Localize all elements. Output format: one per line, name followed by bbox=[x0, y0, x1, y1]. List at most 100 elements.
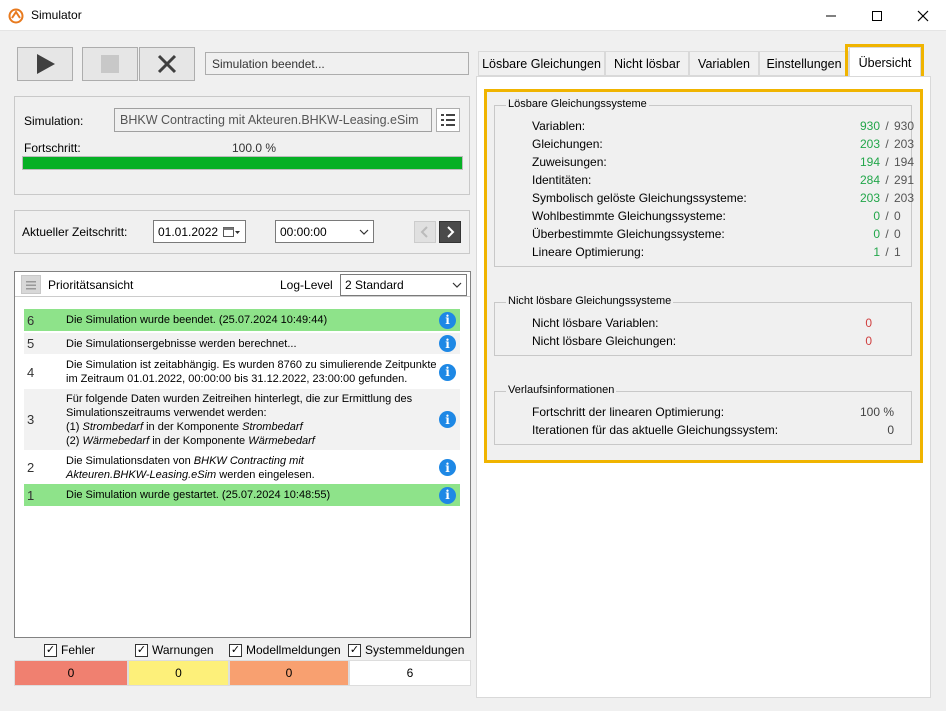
stat-label: Iterationen für das aktuelle Gleichungss… bbox=[532, 423, 779, 437]
log-entry-text: Die Simulation ist zeitabhängig. Es wurd… bbox=[66, 359, 437, 385]
system-message-count: 6 bbox=[349, 660, 471, 686]
log-entry[interactable]: 2 Die Simulationsdaten von BHKW Contract… bbox=[24, 452, 460, 483]
stat-separator: / bbox=[885, 137, 889, 151]
close-icon bbox=[917, 10, 929, 21]
stat-label: Zuweisungen: bbox=[532, 155, 607, 169]
stat-separator: / bbox=[885, 173, 889, 187]
stat-row: Variablen: 930 / 930 bbox=[532, 117, 924, 135]
info-icon: i bbox=[439, 335, 456, 352]
log-level-select[interactable]: 2 Standard bbox=[340, 274, 467, 296]
stat-value: 0 bbox=[865, 334, 872, 348]
stat-value: 203 bbox=[859, 191, 880, 205]
stat-value: 0 bbox=[873, 227, 880, 241]
progress-bar-fill bbox=[23, 157, 462, 169]
filter-errors-checkbox[interactable]: ✓ Fehler bbox=[44, 641, 95, 659]
log-entry-text: Für folgende Daten wurden Zeitreihen hin… bbox=[66, 392, 413, 447]
time-select[interactable]: 00:00:00 bbox=[275, 220, 374, 243]
filter-system-messages-checkbox[interactable]: ✓ Systemmeldungen bbox=[348, 641, 464, 659]
stat-separator: / bbox=[885, 209, 889, 223]
chevron-down-icon bbox=[359, 229, 369, 235]
log-entry[interactable]: 5 Die Simulationsergebnisse werden berec… bbox=[24, 333, 460, 354]
unsolvable-systems-title: Nicht lösbare Gleichungssysteme bbox=[506, 295, 674, 307]
solvable-stats: Variablen: 930 / 930 Gleichungen: 203 / 203 Zuwe… bbox=[532, 117, 924, 261]
date-picker[interactable]: 01.01.2022 bbox=[153, 220, 246, 243]
stat-label: Identitäten: bbox=[532, 173, 592, 187]
chevron-down-icon bbox=[452, 282, 462, 288]
stop-icon bbox=[101, 55, 119, 73]
stat-label: Wohlbestimmte Gleichungssysteme: bbox=[532, 209, 726, 223]
log-entry-text: Die Simulationsergebnisse werden berechn… bbox=[66, 337, 297, 350]
minimize-button[interactable] bbox=[808, 0, 854, 31]
title-bar: Simulator bbox=[0, 0, 946, 31]
chevron-left-icon bbox=[420, 226, 428, 238]
tab-solvable-equations[interactable]: Lösbare Gleichungen bbox=[478, 51, 605, 76]
stat-total: 194 bbox=[894, 155, 915, 169]
stat-value: 284 bbox=[859, 173, 880, 187]
error-count: 0 bbox=[14, 660, 128, 686]
log-entry[interactable]: 1 Die Simulation wurde gestartet. (25.07… bbox=[24, 484, 460, 506]
stat-total: 203 bbox=[894, 191, 915, 205]
simulation-label: Simulation: bbox=[24, 114, 84, 128]
filter-model-messages-checkbox[interactable]: ✓ Modellmeldungen bbox=[229, 641, 341, 659]
calendar-icon bbox=[223, 226, 240, 237]
chevron-right-icon bbox=[447, 226, 455, 238]
stat-row: Wohlbestimmte Gleichungssysteme: 0 / 0 bbox=[532, 207, 924, 225]
tab-highlight-frame bbox=[845, 44, 924, 79]
info-icon: i bbox=[439, 363, 456, 381]
stat-separator: / bbox=[885, 119, 889, 133]
checkbox-checked-icon: ✓ bbox=[135, 643, 148, 657]
stop-button[interactable] bbox=[82, 47, 138, 81]
stat-value: 0 bbox=[873, 209, 880, 223]
time-value: 00:00:00 bbox=[280, 224, 327, 239]
stat-total: 203 bbox=[894, 137, 915, 151]
stat-separator: / bbox=[885, 227, 889, 241]
stat-total: 1 bbox=[894, 245, 901, 259]
cancel-button[interactable] bbox=[139, 47, 195, 81]
filter-warnings-checkbox[interactable]: ✓ Warnungen bbox=[135, 641, 214, 659]
priority-view-label: Prioritätsansicht bbox=[48, 278, 134, 292]
stat-label: Variablen: bbox=[532, 119, 586, 133]
stat-label: Lineare Optimierung: bbox=[532, 245, 645, 259]
stat-row: Zuweisungen: 194 / 194 bbox=[532, 153, 924, 171]
log-level-value: 2 Standard bbox=[345, 278, 404, 292]
priority-view-button[interactable] bbox=[21, 275, 41, 294]
next-step-button[interactable] bbox=[439, 221, 461, 243]
log-entry[interactable]: 3 Für folgende Daten wurden Zeitreihen h… bbox=[24, 389, 460, 450]
stat-label: Fortschritt der linearen Optimierung: bbox=[532, 405, 725, 419]
checkbox-checked-icon: ✓ bbox=[229, 643, 242, 657]
stat-row: Gleichungen: 203 / 203 bbox=[532, 135, 924, 153]
progress-percent: 100.0 % bbox=[232, 141, 277, 155]
info-icon: i bbox=[439, 459, 456, 476]
log-entry-text: Die Simulation wurde beendet. (25.07.202… bbox=[66, 314, 328, 326]
stat-total: 930 bbox=[894, 119, 915, 133]
stat-label: Überbestimmte Gleichungssysteme: bbox=[532, 227, 725, 241]
window-title: Simulator bbox=[31, 8, 82, 22]
log-entry-number: 4 bbox=[27, 364, 35, 380]
progress-label: Fortschritt: bbox=[24, 141, 81, 155]
stat-label: Nicht lösbare Variablen: bbox=[532, 316, 659, 330]
tab-variables[interactable]: Variablen bbox=[689, 51, 759, 76]
close-button[interactable] bbox=[900, 0, 946, 31]
maximize-button[interactable] bbox=[854, 0, 900, 31]
play-icon bbox=[37, 54, 55, 74]
stat-value: 194 bbox=[859, 155, 880, 169]
simulation-details-button[interactable] bbox=[436, 108, 460, 132]
app-logo-icon bbox=[8, 8, 24, 24]
log-entry-number: 6 bbox=[27, 312, 35, 328]
stat-separator: / bbox=[885, 191, 889, 205]
tab-not-solvable[interactable]: Nicht lösbar bbox=[605, 51, 689, 76]
tab-settings[interactable]: Einstellungen bbox=[759, 51, 849, 76]
log-header: Prioritätsansicht Log-Level 2 Standard bbox=[15, 272, 470, 297]
log-entry[interactable]: 4 Die Simulation ist zeitabhängig. Es wu… bbox=[24, 357, 460, 387]
previous-step-button[interactable] bbox=[414, 221, 436, 243]
unsolvable-stats: Nicht lösbare Variablen: 0 Nicht lösbare G… bbox=[532, 314, 872, 350]
stat-label: Nicht lösbare Gleichungen: bbox=[532, 334, 677, 348]
play-button[interactable] bbox=[17, 47, 73, 81]
log-entry-text: Die Simulationsdaten von BHKW Contractin… bbox=[66, 454, 315, 481]
info-icon: i bbox=[439, 486, 456, 504]
simulation-progress-bar bbox=[22, 156, 463, 170]
model-message-count: 0 bbox=[229, 660, 349, 686]
log-entry[interactable]: 6 Die Simulation wurde beendet. (25.07.2… bbox=[24, 309, 460, 331]
maximize-icon bbox=[872, 10, 882, 21]
log-entry-number: 3 bbox=[27, 412, 35, 427]
